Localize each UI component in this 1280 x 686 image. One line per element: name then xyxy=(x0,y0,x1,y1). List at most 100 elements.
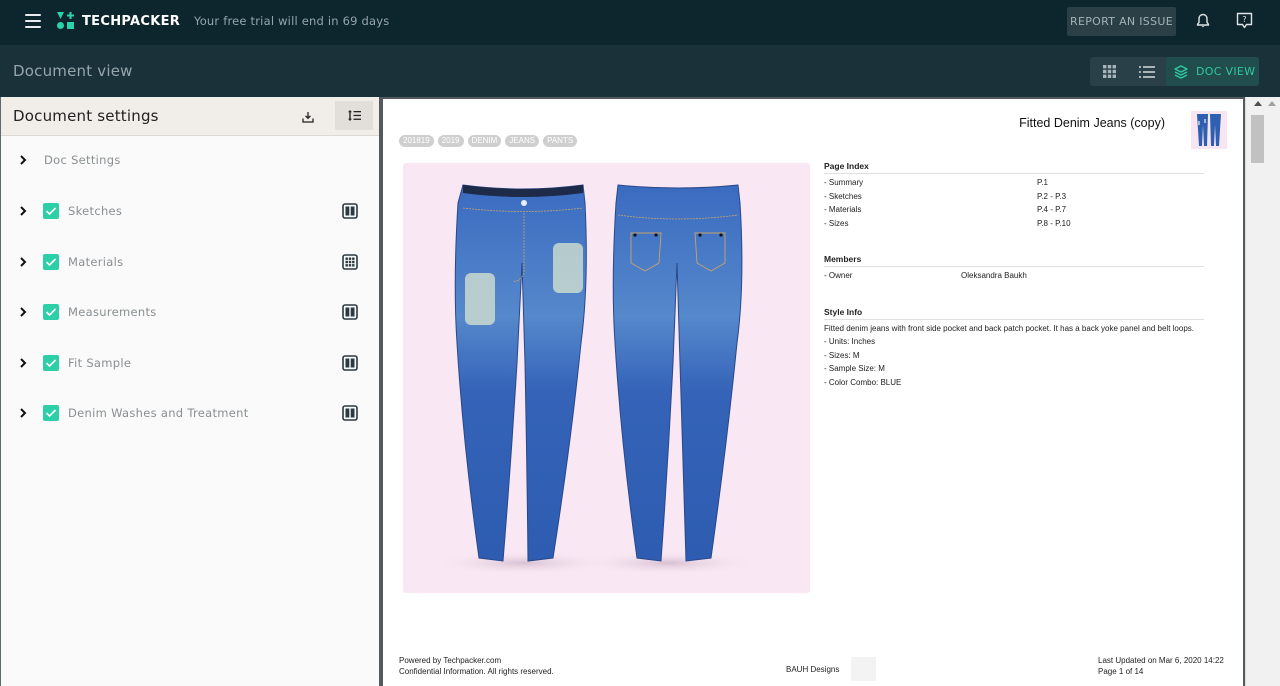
jeans-sketch-illustration xyxy=(433,184,758,575)
confidential-notice: Confidential Information. All rights res… xyxy=(399,667,554,676)
member-role: - Owner xyxy=(824,271,853,280)
check-icon xyxy=(45,409,57,418)
download-button[interactable] xyxy=(296,105,320,129)
index-row[interactable]: - Sizes P.8 - P.10 xyxy=(824,217,1204,231)
style-sizes: - Sizes: M xyxy=(824,350,860,360)
tag: DENIM xyxy=(467,135,502,147)
sub-header: Document view DOC VIEW xyxy=(0,45,1280,97)
download-icon xyxy=(302,112,314,123)
chevron-right-icon[interactable] xyxy=(18,407,28,419)
vertical-scrollbar[interactable] xyxy=(1245,97,1280,686)
chevron-right-icon[interactable] xyxy=(18,205,28,217)
settings-title: Document settings xyxy=(13,107,159,125)
measurements-checkbox[interactable] xyxy=(43,304,59,320)
footer-left: Powered by Techpacker.com Confidential I… xyxy=(399,655,554,677)
fit-sample-checkbox[interactable] xyxy=(43,355,59,371)
document-page: Fitted Denim Jeans (copy) 201819 2019 DE… xyxy=(383,99,1243,686)
logo[interactable]: TECHPACKER xyxy=(57,12,180,30)
sketch-image xyxy=(403,163,810,593)
materials-checkbox[interactable] xyxy=(43,254,59,270)
style-description: Fitted denim jeans with front side pocke… xyxy=(824,323,1194,333)
doc-view-label: DOC VIEW xyxy=(1196,65,1256,78)
settings-item-label: Sketches xyxy=(68,204,123,218)
settings-item-fit-sample[interactable]: Fit Sample xyxy=(1,345,379,381)
check-icon xyxy=(45,359,57,368)
index-label: - Sketches xyxy=(824,191,862,201)
document-viewer: Fitted Denim Jeans (copy) 201819 2019 DE… xyxy=(379,97,1280,686)
help-chat-icon[interactable]: ? xyxy=(1236,12,1253,30)
list-view-button[interactable] xyxy=(1128,57,1166,86)
index-pages: P.1 xyxy=(1037,178,1048,187)
settings-item-measurements[interactable]: Measurements xyxy=(1,294,379,330)
view-switcher: DOC VIEW xyxy=(1090,57,1259,86)
denim-washes-checkbox[interactable] xyxy=(43,405,59,421)
index-row[interactable]: - Sketches P.2 - P.3 xyxy=(824,190,1204,204)
document-title: Fitted Denim Jeans (copy) xyxy=(1019,116,1165,130)
sketches-checkbox[interactable] xyxy=(43,203,59,219)
index-label: - Sizes xyxy=(824,218,849,228)
tag: JEANS xyxy=(505,135,540,147)
style-color-combo: - Color Combo: BLUE xyxy=(824,377,902,387)
trial-notice: Your free trial will end in 69 days xyxy=(194,14,390,28)
tag: 2019 xyxy=(437,135,464,147)
scroll-up-arrow-icon xyxy=(1268,101,1276,106)
style-units: - Units: Inches xyxy=(824,337,876,346)
settings-item-label: Doc Settings xyxy=(44,153,121,167)
style-sample-size: - Sample Size: M xyxy=(824,364,885,373)
two-column-icon[interactable] xyxy=(342,203,358,219)
chevron-right-icon[interactable] xyxy=(18,154,28,166)
footer-right: Last Updated on Mar 6, 2020 14:22 Page 1… xyxy=(1098,655,1224,677)
style-info-section: Style Info Fitted denim jeans with front… xyxy=(824,307,1204,390)
check-icon xyxy=(45,258,57,267)
index-pages: P.2 - P.3 xyxy=(1037,191,1067,201)
two-column-icon[interactable] xyxy=(342,355,358,371)
powered-by: Powered by Techpacker.com xyxy=(399,656,502,665)
check-icon xyxy=(45,207,57,216)
index-label: - Materials xyxy=(824,205,862,214)
settings-item-label: Materials xyxy=(68,255,124,269)
reorder-icon xyxy=(347,110,361,121)
chevron-right-icon[interactable] xyxy=(18,306,28,318)
company-name: BAUH Designs xyxy=(786,665,840,674)
reorder-button[interactable] xyxy=(335,101,373,130)
report-issue-button[interactable]: REPORT AN ISSUE xyxy=(1067,7,1176,36)
svg-text:?: ? xyxy=(1242,15,1246,24)
company-logo xyxy=(851,657,876,681)
grid-layout-icon[interactable] xyxy=(342,254,358,270)
chevron-right-icon[interactable] xyxy=(18,357,28,369)
scrollbar-thumb[interactable] xyxy=(1251,115,1264,163)
techpacker-logo-icon xyxy=(57,12,75,30)
tag: 201819 xyxy=(399,135,434,147)
check-icon xyxy=(45,308,57,317)
settings-item-doc-settings[interactable]: Doc Settings xyxy=(1,142,379,178)
index-row[interactable]: - Summary P.1 xyxy=(824,176,1204,190)
settings-header: Document settings xyxy=(1,97,379,136)
index-pages: P.8 - P.10 xyxy=(1037,218,1071,228)
menu-icon[interactable] xyxy=(25,14,41,28)
index-row[interactable]: - Materials P.4 - P.7 xyxy=(824,203,1204,217)
last-updated: Last Updated on Mar 6, 2020 14:22 xyxy=(1098,656,1224,665)
settings-item-materials[interactable]: Materials xyxy=(1,244,379,280)
settings-item-sketches[interactable]: Sketches xyxy=(1,193,379,229)
two-column-icon[interactable] xyxy=(342,405,358,421)
grid-icon xyxy=(1102,65,1116,78)
doc-view-button[interactable]: DOC VIEW xyxy=(1166,57,1259,86)
grid-view-button[interactable] xyxy=(1090,57,1128,86)
settings-item-label: Fit Sample xyxy=(68,356,132,370)
section-title: Page Index xyxy=(824,161,1204,174)
settings-item-denim-washes[interactable]: Denim Washes and Treatment xyxy=(1,395,379,431)
settings-item-label: Denim Washes and Treatment xyxy=(68,406,249,420)
index-label: - Summary xyxy=(824,178,864,187)
style-thumbnail xyxy=(1191,111,1227,149)
two-column-icon[interactable] xyxy=(342,304,358,320)
jeans-thumbnail-icon xyxy=(1197,114,1221,146)
list-icon xyxy=(1139,65,1155,78)
tag-list: 201819 2019 DENIM JEANS PANTS xyxy=(399,135,578,147)
member-row: - Owner Oleksandra Baukh xyxy=(824,269,1204,283)
brand-name: TECHPACKER xyxy=(82,13,181,29)
member-name: Oleksandra Baukh xyxy=(961,271,1027,280)
chevron-right-icon[interactable] xyxy=(18,256,28,268)
scroll-up-arrow-icon[interactable] xyxy=(1254,101,1262,106)
bell-icon[interactable] xyxy=(1196,13,1210,29)
members-section: Members - Owner Oleksandra Baukh xyxy=(824,254,1204,283)
